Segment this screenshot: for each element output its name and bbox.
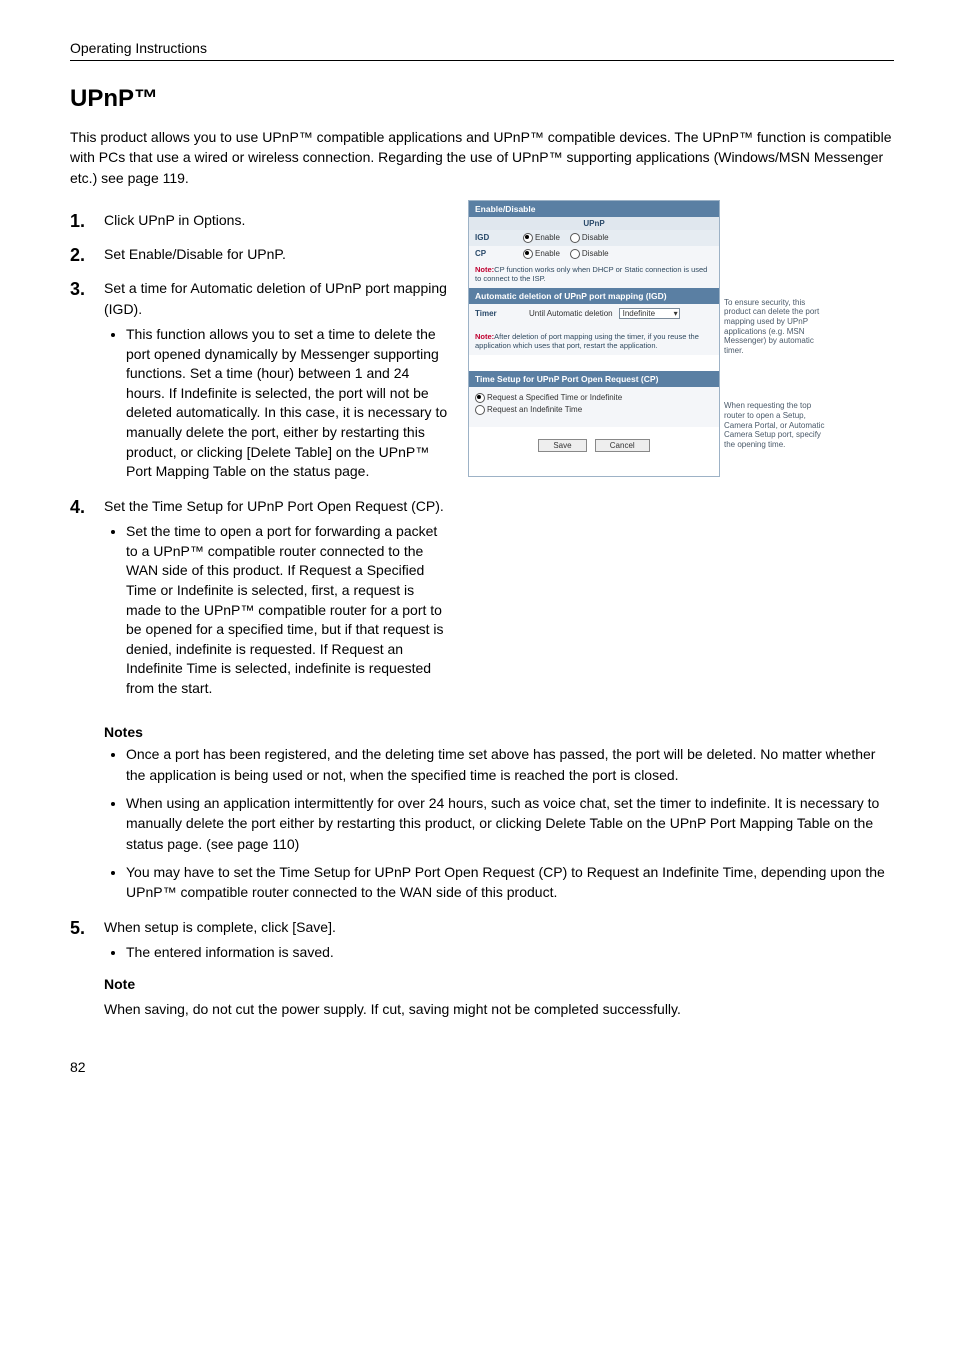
section-enable-disable: Enable/Disable [469, 201, 719, 217]
step-1: Click UPnP in Options. [70, 210, 450, 230]
radio-specified-label: Request a Specified Time or Indefinite [487, 393, 622, 402]
step-1-text: Click UPnP in Options. [104, 212, 245, 228]
cp-label: CP [475, 249, 523, 258]
cp-disable-radio[interactable]: Disable [570, 249, 609, 259]
auto-delete-note: Note:After deletion of port mapping usin… [469, 329, 719, 355]
auto-note-text: After deletion of port mapping using the… [475, 332, 699, 350]
section-auto-delete: Automatic deletion of UPnP port mapping … [469, 288, 719, 304]
cancel-button[interactable]: Cancel [595, 439, 650, 452]
page-number: 82 [70, 1059, 894, 1075]
section-time-setup: Time Setup for UPnP Port Open Request (C… [469, 371, 719, 387]
igd-label: IGD [475, 233, 523, 242]
note-heading-single: Note [104, 974, 894, 994]
step-3-bullet: This function allows you to set a time t… [126, 325, 450, 482]
cp-enable-radio[interactable]: Enable [523, 249, 560, 259]
save-button[interactable]: Save [538, 439, 586, 452]
igd-disable-radio[interactable]: Disable [570, 233, 609, 243]
step-5: When setup is complete, click [Save]. Th… [70, 917, 894, 1019]
step-2-text: Set Enable/Disable for UPnP. [104, 246, 286, 262]
note-single-text: When saving, do not cut the power supply… [104, 999, 894, 1019]
timer-text: Until Automatic deletion [529, 309, 613, 318]
cp-enable-label: Enable [535, 249, 560, 258]
note-item-1: Once a port has been registered, and the… [126, 744, 894, 785]
step-5-text: When setup is complete, click [Save]. [104, 919, 336, 935]
step-5-bullet: The entered information is saved. [126, 943, 894, 963]
side-caption-time: When requesting the top router to open a… [724, 401, 834, 449]
cp-note-text: CP function works only when DHCP or Stat… [475, 265, 707, 283]
running-header: Operating Instructions [70, 40, 894, 61]
side-caption-auto: To ensure security, this product can del… [724, 298, 834, 356]
row-igd: IGD Enable Disable [469, 230, 719, 246]
radio-specified-time[interactable]: Request a Specified Time or Indefinite [475, 393, 713, 403]
auto-note-bold: Note: [475, 332, 494, 341]
timer-label: Timer [475, 309, 523, 318]
igd-enable-radio[interactable]: Enable [523, 233, 560, 243]
igd-enable-label: Enable [535, 233, 560, 242]
step-4-bullet: Set the time to open a port for forwardi… [126, 522, 450, 698]
page-title: UPnP™ [70, 85, 894, 113]
igd-disable-label: Disable [582, 233, 609, 242]
row-cp: CP Enable Disable [469, 246, 719, 262]
radio-indefinite-label: Request an Indefinite Time [487, 405, 582, 414]
timer-select[interactable]: Indefinite [619, 308, 680, 319]
settings-screenshot: Enable/Disable UPnP IGD Enable Disable C… [468, 200, 894, 478]
step-2: Set Enable/Disable for UPnP. [70, 244, 450, 264]
notes-heading: Notes [104, 724, 894, 740]
cp-disable-label: Disable [582, 249, 609, 258]
cp-note: Note:CP function works only when DHCP or… [469, 262, 719, 288]
note-item-3: You may have to set the Time Setup for U… [126, 862, 894, 903]
subhead-upnp: UPnP [469, 217, 719, 230]
cp-note-bold: Note: [475, 265, 494, 274]
step-3: Set a time for Automatic deletion of UPn… [70, 278, 450, 481]
intro-paragraph: This product allows you to use UPnP™ com… [70, 127, 894, 188]
step-3-text: Set a time for Automatic deletion of UPn… [104, 280, 447, 316]
step-4: Set the Time Setup for UPnP Port Open Re… [70, 496, 450, 699]
radio-indefinite-time[interactable]: Request an Indefinite Time [475, 405, 713, 415]
step-4-text: Set the Time Setup for UPnP Port Open Re… [104, 498, 444, 514]
note-item-2: When using an application intermittently… [126, 793, 894, 854]
